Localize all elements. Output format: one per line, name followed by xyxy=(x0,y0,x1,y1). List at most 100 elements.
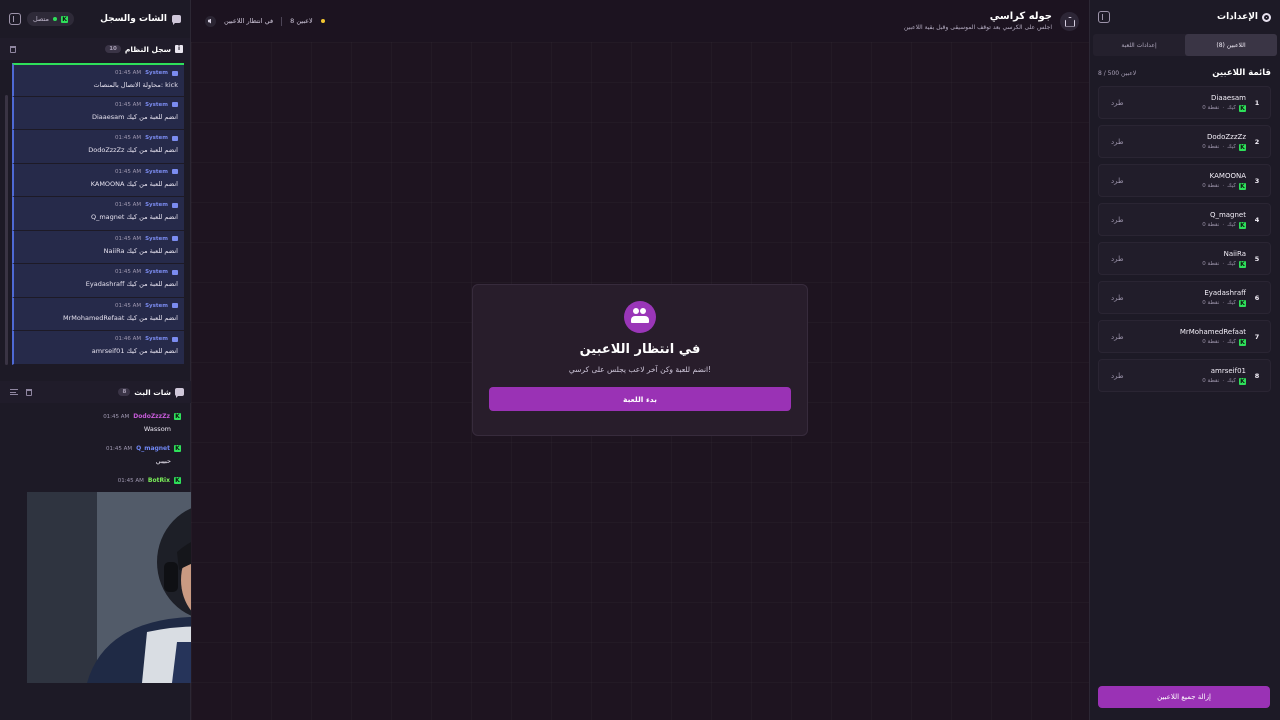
player-count-label: 8 لاعبين xyxy=(290,17,313,25)
kick-player-button[interactable]: طرد xyxy=(1111,138,1124,146)
system-message-icon xyxy=(172,236,178,241)
separator-dot: · xyxy=(1222,144,1225,150)
tab-players[interactable]: اللاعبين (8) xyxy=(1185,34,1277,56)
separator-dot: · xyxy=(1222,183,1225,189)
chat-message: 01:45 AM BotRix K xyxy=(10,477,181,484)
collapse-panel-icon[interactable] xyxy=(9,13,21,25)
player-meta: 0 نقطة · كيك K xyxy=(1202,182,1246,190)
log-entry-meta: 01:45 AM System xyxy=(20,202,178,208)
chat-bubble-icon xyxy=(172,15,181,25)
player-row: طرد KAMOONA 0 نقطة · كيك K 3 xyxy=(1098,164,1271,197)
system-message-icon xyxy=(172,135,178,141)
system-message-icon xyxy=(172,102,178,107)
player-details: KAMOONA 0 نقطة · كيك K 3 xyxy=(1202,172,1260,190)
log-entry: 01:45 AM System محاولة الاتصال بالمنصات: k… xyxy=(12,63,184,97)
player-meta: 0 نقطة · كيك K xyxy=(1202,143,1246,151)
players-list: طرد Diaaesam 0 نقطة · كيك K 1 طرد DodoZzzZz 0 نقط… xyxy=(1090,86,1280,392)
settings-panel: الإعدادات إعدادات اللعبة اللاعبين (8) 8 … xyxy=(1089,0,1280,720)
players-count: 8 / 500 لاعبين xyxy=(1098,69,1137,77)
log-entry: 01:45 AM System KAMOONA انضم للعبة من كيك xyxy=(12,163,184,197)
kick-player-button[interactable]: طرد xyxy=(1111,372,1124,380)
chat-username[interactable]: BotRix xyxy=(148,477,170,484)
player-number: 1 xyxy=(1254,98,1260,107)
chat-log-header: متصل K الشات والسجل xyxy=(0,0,190,38)
start-game-button[interactable]: بدء اللعبة xyxy=(489,387,791,411)
sound-toggle-icon[interactable] xyxy=(205,15,216,27)
log-entry-source: System xyxy=(145,302,168,309)
player-details: DodoZzzZz 0 نقطة · كيك K 2 xyxy=(1202,133,1260,151)
kick-player-button[interactable]: طرد xyxy=(1111,255,1124,263)
home-icon[interactable] xyxy=(1060,11,1079,31)
waiting-dot-icon xyxy=(320,19,325,23)
system-message-icon xyxy=(172,303,178,308)
log-entry: 01:45 AM System DodoZzzZz انضم للعبة من كي… xyxy=(12,130,184,164)
chat-username[interactable]: DodoZzzZz xyxy=(133,413,170,420)
log-entry-meta: 01:45 AM System xyxy=(20,70,178,76)
log-entry-text: Q_magnet انضم للعبة من كيك xyxy=(90,213,178,221)
kick-logo-icon: K xyxy=(174,445,181,452)
player-points: 0 نقطة xyxy=(1202,261,1220,267)
kick-player-button[interactable]: طرد xyxy=(1111,294,1124,302)
player-platform: كيك xyxy=(1227,261,1236,267)
system-message-icon xyxy=(172,70,178,76)
separator-dot: · xyxy=(1222,339,1225,345)
log-entry-time: 01:45 AM xyxy=(114,70,142,76)
waiting-card: في انتظار اللاعبين انضم للعبة وكن آخر لا… xyxy=(472,284,808,436)
player-meta: 0 نقطة · كيك K xyxy=(1202,221,1246,229)
kick-player-button[interactable]: طرد xyxy=(1111,177,1124,185)
player-number: 6 xyxy=(1254,293,1260,302)
player-row: طرد NaiiRa 0 نقطة · كيك K 5 xyxy=(1098,242,1271,275)
game-subtitle: اجلس على الكرسي بعد توقف الموسيقى وقبل ب… xyxy=(903,24,1052,31)
game-title: جوله كراسي xyxy=(989,11,1052,22)
player-info: amrseif01 0 نقطة · كيك K xyxy=(1202,367,1246,385)
player-row: طرد Q_magnet 0 نقطة · كيك K 4 xyxy=(1098,203,1271,236)
connected-dot-icon xyxy=(53,17,58,21)
player-meta: 0 نقطة · كيك K xyxy=(1202,299,1246,307)
log-entry-meta: 01:45 AM System xyxy=(20,269,178,275)
player-platform: كيك xyxy=(1227,105,1236,111)
log-scrollbar[interactable] xyxy=(5,95,8,365)
chat-username[interactable]: Q_magnet xyxy=(136,445,170,452)
chat-message-text: حبيبي xyxy=(155,457,171,465)
kick-player-button[interactable]: طرد xyxy=(1111,99,1124,107)
player-number: 7 xyxy=(1254,332,1260,341)
player-info: MrMohamedRefaat 0 نقطة · كيك K xyxy=(1180,328,1246,346)
log-entry-source: System xyxy=(145,135,168,141)
player-row: طرد Diaaesam 0 نقطة · كيك K 1 xyxy=(1098,86,1271,119)
kick-player-button[interactable]: طرد xyxy=(1111,216,1124,224)
player-name: MrMohamedRefaat xyxy=(1179,327,1246,336)
player-info: Eyadashraff 0 نقطة · كيك K xyxy=(1202,289,1246,307)
clear-all-players-button[interactable]: إزالة جميع اللاعبين xyxy=(1098,686,1270,708)
connection-status-badge: متصل K xyxy=(27,12,75,26)
clear-chat-trash-icon[interactable] xyxy=(26,388,32,396)
player-details: Diaaesam 0 نقطة · كيك K 1 xyxy=(1202,94,1260,112)
top-bar: في انتظار اللاعبين 8 لاعبين جوله كراسي ا… xyxy=(191,0,1089,42)
kick-logo-icon: K xyxy=(1239,182,1246,190)
settings-header: الإعدادات xyxy=(1090,0,1280,34)
log-entry-text: DodoZzzZz انضم للعبة من كيك xyxy=(88,146,178,154)
log-entry-source: System xyxy=(145,269,168,275)
system-log-count: 10 xyxy=(105,45,121,53)
kick-logo-icon: K xyxy=(1239,260,1246,268)
chat-message: 01:45 AM Q_magnet K حبيبي xyxy=(10,445,181,465)
player-platform: كيك xyxy=(1227,300,1236,306)
players-list-title: قائمة اللاعبين xyxy=(1212,68,1271,78)
log-entry: 01:45 AM System Eyadashraff انضم للعبة من … xyxy=(12,264,184,298)
kick-player-button[interactable]: طرد xyxy=(1111,333,1124,341)
live-chat-list: 01:45 AM DodoZzzZz K Wassom 01:45 AM Q_magnet… xyxy=(0,413,191,496)
kick-logo-icon: K xyxy=(174,413,181,420)
tab-game-settings[interactable]: إعدادات اللعبة xyxy=(1093,34,1185,56)
gear-icon xyxy=(1262,12,1271,22)
app-root: متصل K الشات والسجل 10 سجل النظام i 01:4… xyxy=(0,0,1280,720)
player-details: amrseif01 0 نقطة · كيك K 8 xyxy=(1202,367,1260,385)
log-entry: 01:45 AM System Diaaesam انضم للعبة من كيك xyxy=(12,96,184,130)
kick-logo-icon: K xyxy=(61,15,69,23)
live-chat-header: 8 شات البث xyxy=(0,381,191,403)
player-platform: كيك xyxy=(1227,378,1236,384)
player-info: KAMOONA 0 نقطة · كيك K xyxy=(1202,172,1246,190)
chat-filter-icon[interactable] xyxy=(10,389,18,395)
collapse-settings-icon[interactable] xyxy=(1098,11,1110,23)
kick-logo-icon: K xyxy=(1239,104,1246,112)
clear-log-trash-icon[interactable] xyxy=(10,45,16,53)
player-info: NaiiRa 0 نقطة · كيك K xyxy=(1202,250,1246,268)
